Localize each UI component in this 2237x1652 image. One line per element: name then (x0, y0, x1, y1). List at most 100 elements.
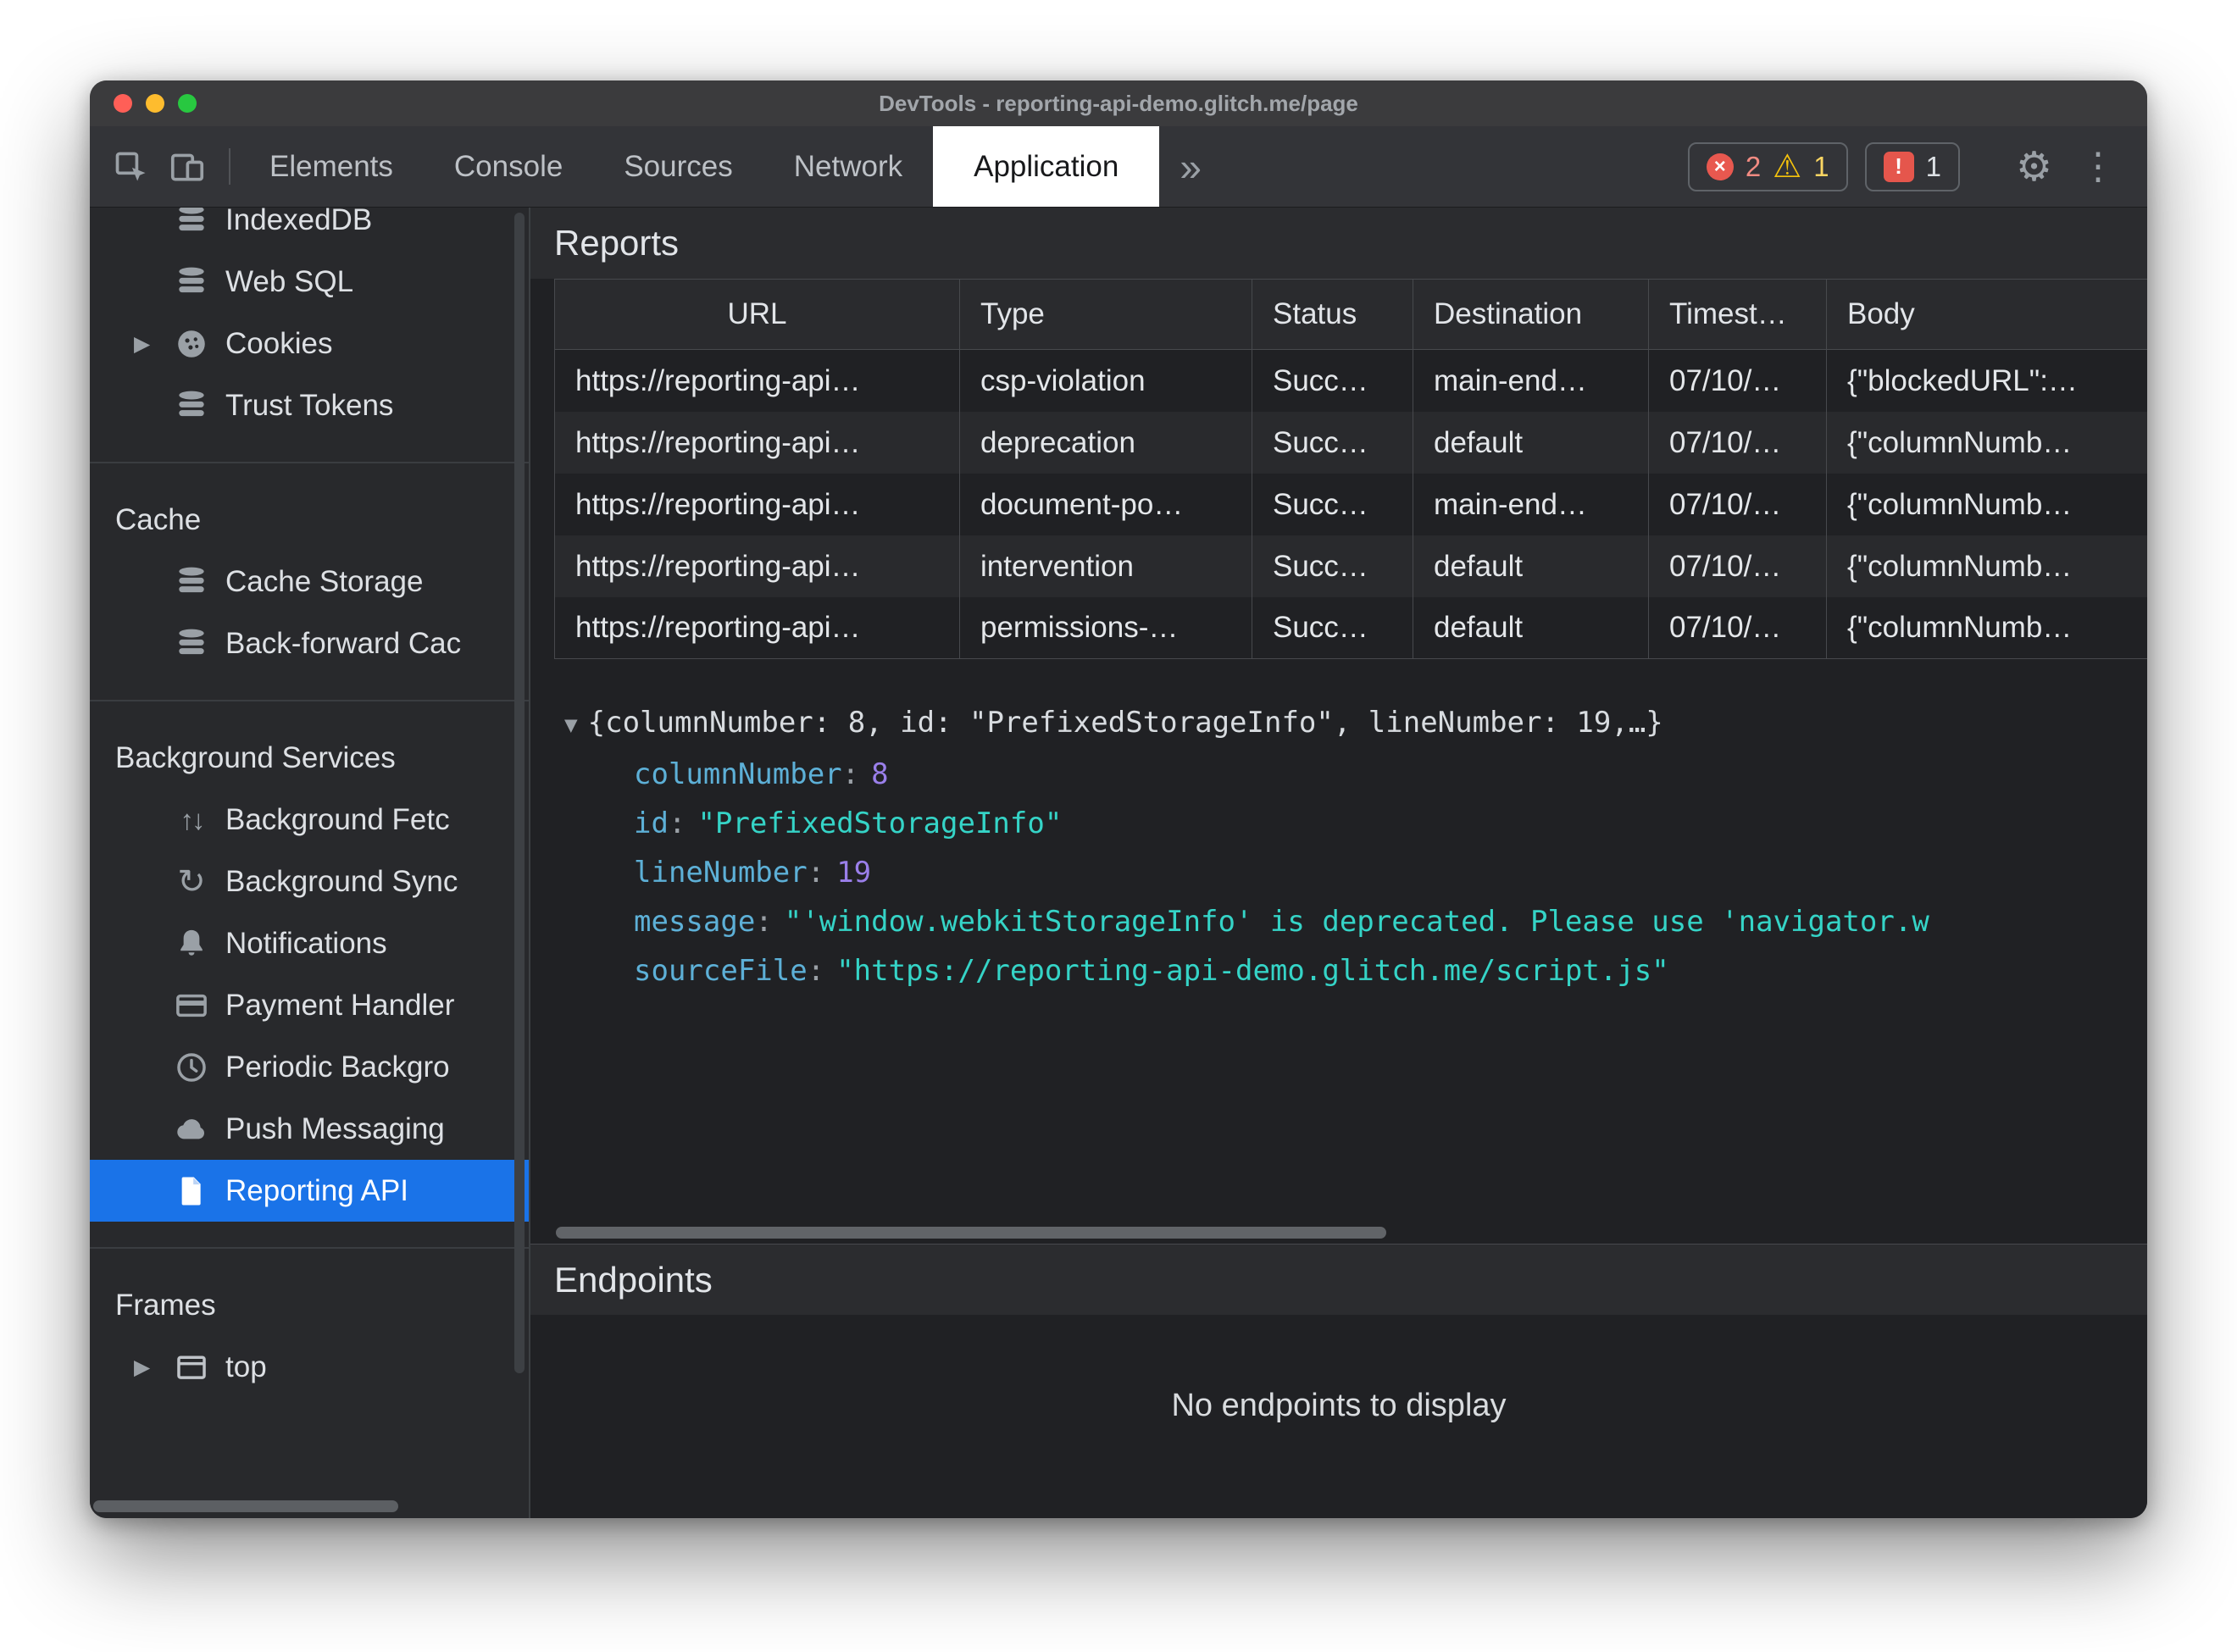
sidebar-item-trust-tokens[interactable]: Trust Tokens (90, 374, 529, 436)
titlebar: DevTools - reporting-api-demo.glitch.me/… (90, 80, 2147, 126)
report-row-permissions-policy[interactable]: https://reporting-api… permissions-… Suc… (555, 597, 2147, 659)
cell-timestamp: 07/10/… (1649, 535, 1827, 597)
tab-console[interactable]: Console (424, 126, 593, 207)
traffic-lights (90, 94, 197, 113)
cell-url: https://reporting-api… (555, 535, 960, 597)
sidebar-item-push-messaging[interactable]: Push Messaging (90, 1098, 529, 1160)
bell-icon (173, 925, 210, 962)
zoom-button[interactable] (178, 94, 197, 113)
object-preview: {columnNumber: 8, id: "PrefixedStorageIn… (587, 706, 1663, 740)
reports-table: URL Type Status Destination Timest… Body… (554, 279, 2147, 659)
sidebar-item-label: Push Messaging (225, 1111, 445, 1145)
object-preview-line[interactable]: ▼ {columnNumber: 8, id: "PrefixedStorageI… (564, 698, 2147, 750)
cell-type: intervention (960, 535, 1252, 597)
minimize-button[interactable] (146, 94, 164, 113)
cell-body: {"columnNumb… (1847, 549, 2073, 583)
endpoints-title: Endpoints (554, 1259, 713, 1300)
cell-status: Succ… (1252, 412, 1413, 474)
inspect-element-button[interactable] (107, 142, 156, 191)
cell-timestamp: 07/10/… (1649, 474, 1827, 535)
tab-network[interactable]: Network (763, 126, 933, 207)
tab-sources[interactable]: Sources (593, 126, 763, 207)
report-row-deprecation[interactable]: https://reporting-api… deprecation Succ…… (555, 412, 2147, 474)
cell-timestamp: 07/10/… (1649, 350, 1827, 412)
sidebar-item-label: Notifications (225, 926, 387, 960)
background-sync-icon: ↻ (177, 862, 206, 901)
sidebar-item-background-fetch[interactable]: ↑↓ Background Fetc (90, 789, 529, 851)
sidebar-item-background-sync[interactable]: ↻ Background Sync (90, 851, 529, 912)
cookie-icon (173, 325, 210, 363)
chevron-right-icon[interactable]: ▶ (134, 1355, 150, 1380)
sidebar-item-back-forward-cache[interactable]: Back-forward Cac (90, 613, 529, 674)
sidebar-vertical-scrollbar[interactable] (514, 213, 525, 1373)
sidebar-section-cache: Cache (115, 502, 202, 536)
console-summary-badge[interactable]: × 2 ⚠ 1 (1687, 141, 1848, 191)
sidebar-item-label: Reporting API (225, 1173, 408, 1207)
horizontal-scrollbar[interactable] (556, 1223, 2142, 1242)
sidebar-item-cookies[interactable]: ▶ Cookies (90, 313, 529, 374)
kebab-menu-icon[interactable]: ⋮ (2073, 145, 2123, 188)
close-button[interactable] (114, 94, 132, 113)
toolbar-left-icons (90, 126, 220, 207)
column-header-status[interactable]: Status (1252, 280, 1413, 349)
scrollbar-thumb[interactable] (556, 1227, 1386, 1239)
reports-table-header: URL Type Status Destination Timest… Body (555, 279, 2147, 350)
column-header-type[interactable]: Type (960, 280, 1252, 349)
chevron-right-icon[interactable]: ▶ (134, 331, 150, 357)
report-row-document-policy[interactable]: https://reporting-api… document-po… Succ… (555, 474, 2147, 535)
sidebar-section-frames: Frames (115, 1288, 216, 1322)
cell-body: {"blockedURL":… (1847, 363, 2078, 397)
cell-type: document-po… (960, 474, 1252, 535)
sidebar-horizontal-scrollbar[interactable] (93, 1500, 398, 1512)
sidebar-section-divider (90, 700, 529, 701)
report-row-csp-violation[interactable]: https://reporting-api… csp-violation Suc… (555, 350, 2147, 412)
devtools-toolbar: Elements Console Sources Network Applica… (90, 126, 2147, 208)
sidebar-item-top-frame[interactable]: ▶ top (90, 1336, 529, 1398)
report-row-intervention[interactable]: https://reporting-api… intervention Succ… (555, 535, 2147, 597)
sidebar-item-indexeddb[interactable]: IndexedDB (90, 208, 529, 251)
cell-status: Succ… (1252, 535, 1413, 597)
cell-destination: main-end… (1413, 350, 1649, 412)
sidebar-item-reporting-api[interactable]: Reporting API (90, 1160, 529, 1222)
error-icon: × (1706, 152, 1734, 180)
devtools-window: DevTools - reporting-api-demo.glitch.me/… (90, 80, 2147, 1518)
column-header-url[interactable]: URL (555, 280, 960, 349)
frame-icon (173, 1349, 210, 1386)
inspect-icon (115, 152, 146, 180)
toolbar-right: × 2 ⚠ 1 ! 1 ⚙ ⋮ (1687, 126, 2147, 207)
application-sidebar: IndexedDB Web SQL ▶ Cookies Trust Tokens… (90, 208, 530, 1518)
sidebar-item-cache-storage[interactable]: Cache Storage (90, 551, 529, 613)
tab-application[interactable]: Application (933, 126, 1160, 207)
warning-count: 1 (1813, 150, 1829, 182)
cell-body: {"columnNumb… (1847, 487, 2073, 521)
sidebar-section-background-services: Background Services (115, 740, 396, 774)
sidebar-item-notifications[interactable]: Notifications (90, 912, 529, 974)
warning-icon: ⚠ (1773, 148, 1802, 185)
database-icon (173, 387, 210, 424)
reporting-api-panel: Reports URL Type Status Destination Time… (530, 208, 2147, 1518)
cell-body: {"columnNumb… (1847, 425, 2073, 459)
endpoints-empty-message: No endpoints to display (1171, 1388, 1507, 1423)
chevron-down-icon[interactable]: ▼ (564, 712, 578, 738)
sidebar-item-label: Trust Tokens (225, 388, 394, 422)
sidebar-item-label: Cache Storage (225, 564, 424, 598)
main-spacer (530, 995, 2147, 1223)
issues-icon: ! (1883, 151, 1914, 182)
column-header-timestamp[interactable]: Timest… (1649, 280, 1827, 349)
settings-gear-icon[interactable]: ⚙ (2012, 143, 2056, 191)
sidebar-item-payment-handler[interactable]: Payment Handler (90, 974, 529, 1036)
issues-badge[interactable]: ! 1 (1864, 141, 1960, 191)
device-toolbar-button[interactable] (163, 142, 212, 191)
column-header-destination[interactable]: Destination (1413, 280, 1649, 349)
sidebar-item-label: Background Sync (225, 864, 458, 898)
more-tabs-button[interactable]: » (1159, 126, 1222, 207)
sidebar-item-web-sql[interactable]: Web SQL (90, 251, 529, 313)
column-header-body[interactable]: Body (1827, 280, 2147, 349)
cell-destination: default (1413, 535, 1649, 597)
database-icon (173, 625, 210, 662)
tab-elements[interactable]: Elements (239, 126, 424, 207)
sidebar-item-label: Background Fetc (225, 802, 450, 836)
cell-timestamp: 07/10/… (1649, 597, 1827, 658)
payment-card-icon (173, 987, 210, 1024)
sidebar-item-periodic-background-sync[interactable]: Periodic Backgro (90, 1036, 529, 1098)
